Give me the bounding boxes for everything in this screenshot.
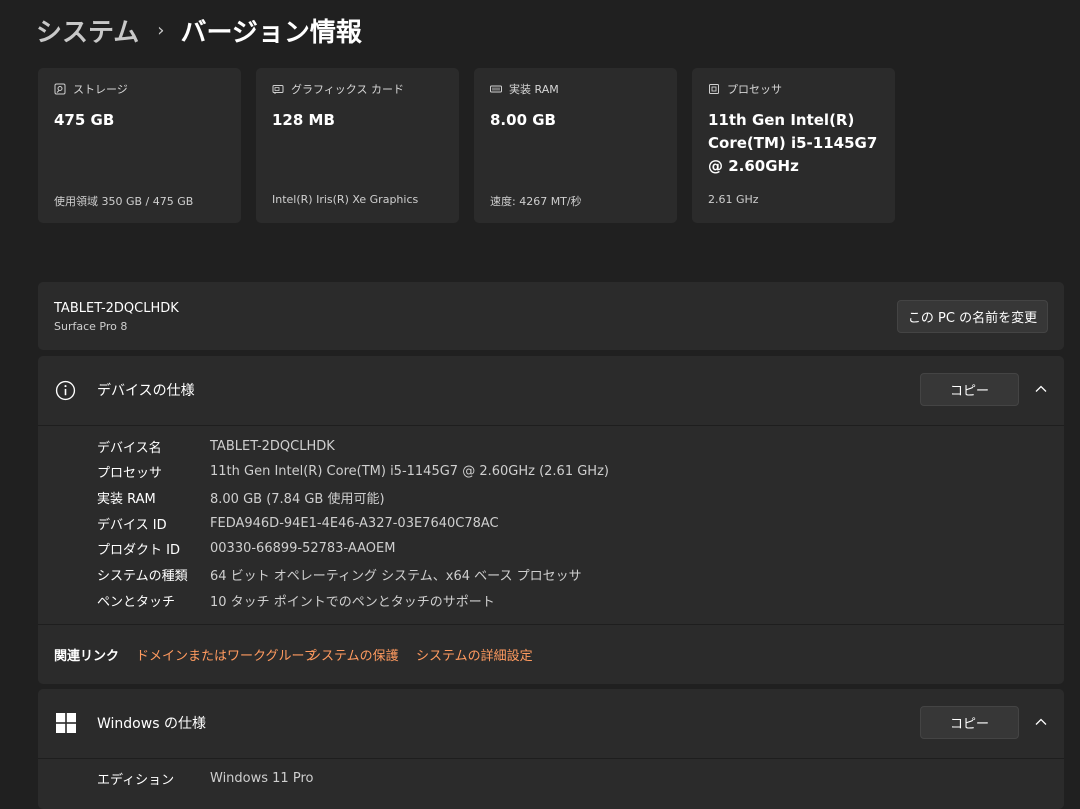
- graphics-card: グラフィックス カード 128 MB Intel(R) Iris(R) Xe G…: [256, 68, 459, 223]
- spec-label: 実装 RAM: [97, 491, 156, 507]
- storage-card-sub: 使用領域 350 GB / 475 GB: [54, 195, 194, 208]
- spec-value: TABLET-2DQCLHDK: [210, 438, 335, 454]
- device-spec-title: デバイスの仕様: [97, 383, 195, 399]
- spec-row-ram: 実装 RAM 8.00 GB (7.84 GB 使用可能): [97, 487, 385, 507]
- spec-value: 8.00 GB (7.84 GB 使用可能): [210, 491, 385, 507]
- pc-name-row: TABLET-2DQCLHDK Surface Pro 8 この PC の名前を…: [38, 282, 1064, 350]
- related-links-label: 関連リンク: [54, 649, 120, 664]
- device-spec-header[interactable]: デバイスの仕様 コピー: [38, 356, 1064, 425]
- info-icon: [55, 380, 76, 401]
- spec-value: 10 タッチ ポイントでのペンとタッチのサポート: [210, 594, 495, 610]
- link-advanced-system-settings[interactable]: システムの詳細設定: [416, 645, 533, 664]
- spec-label: デバイス ID: [97, 517, 167, 533]
- breadcrumb-parent-system[interactable]: システム: [36, 12, 139, 49]
- ram-card-title: 実装 RAM: [509, 83, 559, 96]
- storage-card-value: 475 GB: [54, 111, 115, 129]
- page-title: バージョン情報: [180, 17, 362, 48]
- spec-value: 00330-66899-52783-AAOEM: [210, 540, 396, 556]
- related-links: 関連リンク ドメインまたはワークグループ システムの保護 システムの詳細設定: [38, 624, 1064, 684]
- pc-model: Surface Pro 8: [54, 320, 128, 333]
- spec-row-system-type: システムの種類 64 ビット オペレーティング システム、x64 ベース プロセ…: [97, 564, 582, 584]
- windows-spec-title: Windows の仕様: [97, 716, 206, 732]
- processor-card-header: プロセッサ: [708, 81, 782, 97]
- graphics-card-title: グラフィックス カード: [291, 83, 404, 96]
- processor-card: プロセッサ 11th Gen Intel(R) Core(TM) i5-1145…: [692, 68, 895, 223]
- graphics-card-sub: Intel(R) Iris(R) Xe Graphics: [272, 193, 419, 206]
- spec-value: Windows 11 Pro: [210, 770, 314, 786]
- graphics-card-value: 128 MB: [272, 111, 335, 129]
- storage-card-header: ストレージ: [54, 81, 128, 97]
- windows-spec-header[interactable]: Windows の仕様 コピー: [38, 689, 1064, 758]
- link-system-protection[interactable]: システムの保護: [308, 645, 399, 664]
- ram-icon: [490, 85, 502, 93]
- breadcrumb: システム › バージョン情報: [36, 10, 362, 50]
- device-spec-divider: [38, 425, 1064, 426]
- spec-row-processor: プロセッサ 11th Gen Intel(R) Core(TM) i5-1145…: [97, 461, 609, 481]
- graphics-card-icon: [272, 85, 284, 94]
- spec-value: 64 ビット オペレーティング システム、x64 ベース プロセッサ: [210, 568, 582, 584]
- spec-value: 11th Gen Intel(R) Core(TM) i5-1145G7 @ 2…: [210, 463, 609, 479]
- link-domain-workgroup[interactable]: ドメインまたはワークグループ: [136, 645, 317, 664]
- processor-card-sub: 2.61 GHz: [708, 193, 759, 206]
- rename-pc-button[interactable]: この PC の名前を変更: [897, 300, 1048, 333]
- graphics-card-header: グラフィックス カード: [272, 81, 404, 97]
- spec-label: デバイス名: [97, 440, 162, 456]
- device-spec-section: デバイスの仕様 コピー デバイス名 TABLET-2DQCLHDK プロセッサ …: [38, 356, 1064, 684]
- storage-card-title: ストレージ: [73, 83, 128, 96]
- ram-card-value: 8.00 GB: [490, 111, 556, 129]
- windows-logo-icon: [56, 713, 76, 733]
- ram-card-sub: 速度: 4267 MT/秒: [490, 195, 582, 208]
- spec-label: ペンとタッチ: [97, 594, 176, 610]
- ram-card-header: 実装 RAM: [490, 81, 559, 97]
- spec-value: FEDA946D-94E1-4E46-A327-03E7640C78AC: [210, 515, 499, 531]
- spec-row-device-id: デバイス ID FEDA946D-94E1-4E46-A327-03E7640C…: [97, 513, 499, 533]
- spec-row-pen-touch: ペンとタッチ 10 タッチ ポイントでのペンとタッチのサポート: [97, 590, 495, 610]
- breadcrumb-separator-icon: ›: [157, 19, 165, 41]
- storage-card: ストレージ 475 GB 使用領域 350 GB / 475 GB: [38, 68, 241, 223]
- windows-spec-copy-button[interactable]: コピー: [920, 706, 1019, 739]
- pc-name: TABLET-2DQCLHDK: [54, 301, 179, 316]
- spec-label: システムの種類: [97, 568, 188, 584]
- processor-icon: [709, 84, 719, 94]
- windows-spec-section: Windows の仕様 コピー エディション Windows 11 Pro: [38, 689, 1064, 809]
- ram-card: 実装 RAM 8.00 GB 速度: 4267 MT/秒: [474, 68, 677, 223]
- spec-row-edition: エディション Windows 11 Pro: [97, 768, 313, 788]
- windows-spec-divider: [38, 758, 1064, 759]
- storage-icon: [54, 83, 66, 95]
- chevron-up-icon[interactable]: [1034, 382, 1048, 396]
- spec-label: プロダクト ID: [97, 542, 180, 558]
- spec-label: エディション: [97, 772, 175, 788]
- spec-row-device-name: デバイス名 TABLET-2DQCLHDK: [97, 436, 335, 456]
- processor-card-title: プロセッサ: [727, 83, 782, 96]
- chevron-up-icon[interactable]: [1034, 715, 1048, 729]
- device-spec-copy-button[interactable]: コピー: [920, 373, 1019, 406]
- spec-row-product-id: プロダクト ID 00330-66899-52783-AAOEM: [97, 538, 395, 558]
- processor-card-value: 11th Gen Intel(R) Core(TM) i5-1145G7 @ 2…: [708, 111, 878, 175]
- spec-label: プロセッサ: [97, 465, 163, 481]
